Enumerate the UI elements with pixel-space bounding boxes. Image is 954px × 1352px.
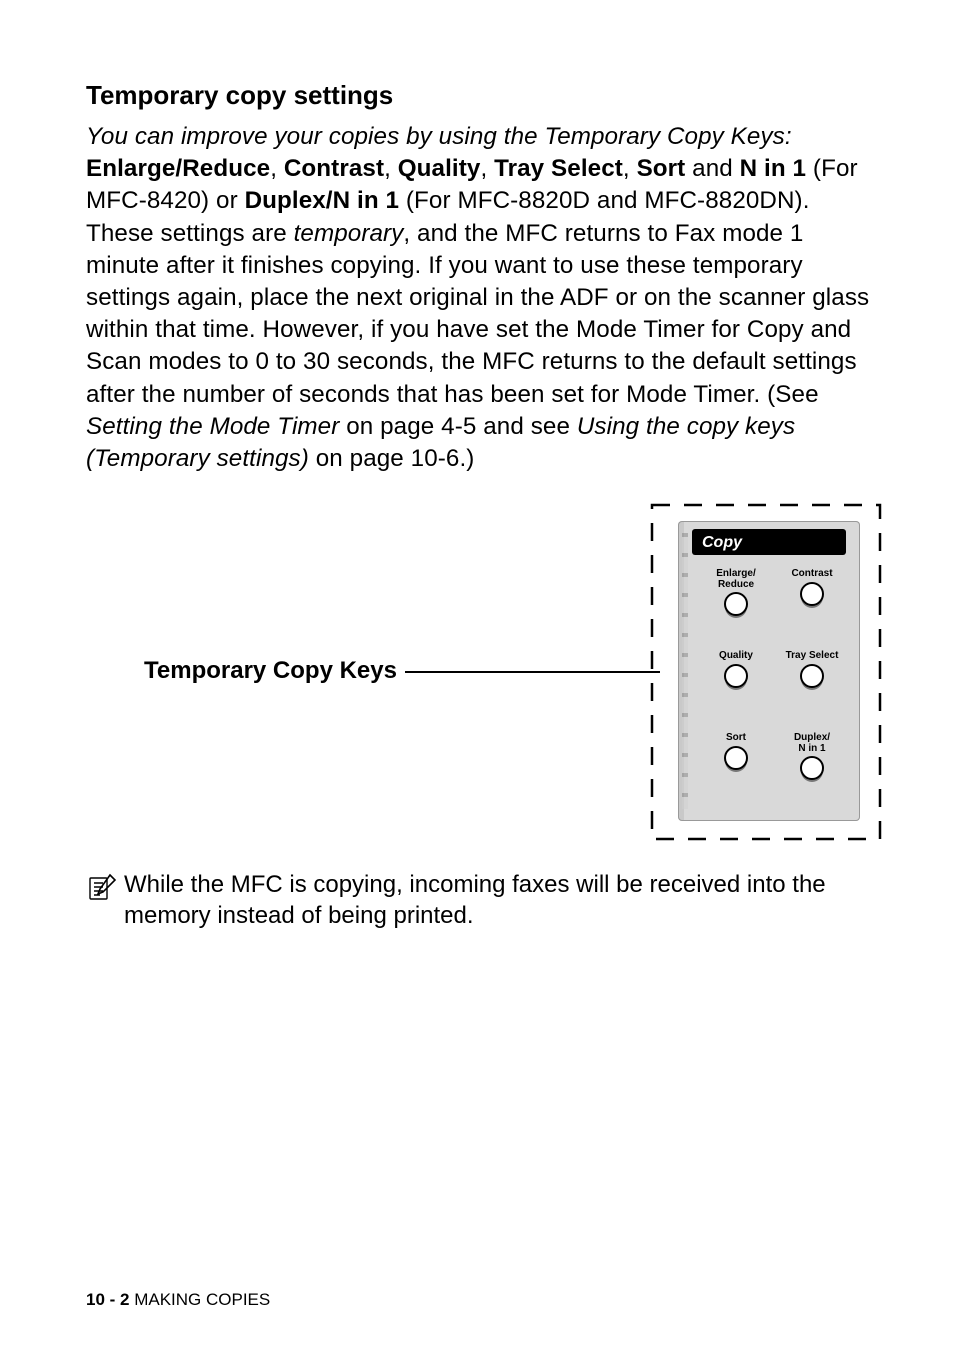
body-paragraph: You can improve your copies by using the… bbox=[86, 121, 882, 475]
key-label: Contrast bbox=[791, 569, 832, 580]
key-button bbox=[800, 756, 824, 780]
intro-italic: You can improve your copies by using the… bbox=[86, 123, 792, 150]
copy-panel: Copy Enlarge/ Reduce Contrast Quality bbox=[678, 521, 860, 821]
text-page1: on page 4-5 and see bbox=[339, 413, 576, 440]
text-and: and bbox=[685, 155, 739, 182]
key-cell-quality: Quality bbox=[719, 647, 753, 688]
key-cell-enlarge-reduce: Enlarge/ Reduce bbox=[716, 565, 755, 616]
key-cell-duplex-n-in-1: Duplex/ N in 1 bbox=[794, 729, 830, 780]
temporary-italic: temporary bbox=[294, 220, 404, 247]
key-grid: Enlarge/ Reduce Contrast Quality Tray Se… bbox=[698, 565, 850, 811]
key-label: Sort bbox=[724, 733, 748, 744]
key-cell-tray-select: Tray Select bbox=[786, 647, 839, 688]
section-name: MAKING COPIES bbox=[129, 1290, 270, 1309]
leader-line bbox=[405, 671, 660, 673]
copy-panel-wrap: Copy Enlarge/ Reduce Contrast Quality bbox=[650, 503, 882, 841]
key-button bbox=[724, 592, 748, 616]
key-label: Quality bbox=[719, 651, 753, 662]
note-text: While the MFC is copying, incoming faxes… bbox=[124, 869, 882, 931]
section-heading: Temporary copy settings bbox=[86, 80, 882, 111]
note-icon bbox=[86, 871, 118, 903]
key-quality: Quality bbox=[398, 155, 481, 182]
key-n-in-1: N in 1 bbox=[740, 155, 806, 182]
key-duplex-n-in-1: Duplex/N in 1 bbox=[245, 187, 400, 214]
key-button bbox=[800, 664, 824, 688]
comma: , bbox=[480, 155, 494, 182]
text-mid: , and the MFC returns to Fax mode 1 minu… bbox=[86, 220, 869, 408]
diagram: Temporary Copy Keys Copy Enlarge/ Reduce… bbox=[144, 503, 882, 853]
key-sort: Sort bbox=[637, 155, 686, 182]
key-button bbox=[800, 582, 824, 606]
comma: , bbox=[623, 155, 637, 182]
comma: , bbox=[384, 155, 398, 182]
panel-title: Copy bbox=[692, 529, 846, 555]
page-number: 10 - 2 bbox=[86, 1290, 129, 1309]
key-tray-select: Tray Select bbox=[494, 155, 623, 182]
diagram-label: Temporary Copy Keys bbox=[144, 657, 397, 685]
comma: , bbox=[270, 155, 284, 182]
page-footer: 10 - 2 MAKING COPIES bbox=[86, 1290, 270, 1310]
key-cell-contrast: Contrast bbox=[791, 565, 832, 606]
key-enlarge-reduce: Enlarge/Reduce bbox=[86, 155, 270, 182]
key-cell-sort: Sort bbox=[724, 729, 748, 770]
panel-spine bbox=[682, 533, 688, 809]
key-button bbox=[724, 664, 748, 688]
key-button bbox=[724, 746, 748, 770]
key-label: Enlarge/ Reduce bbox=[716, 569, 755, 590]
xref-mode-timer: Setting the Mode Timer bbox=[86, 413, 339, 440]
key-contrast: Contrast bbox=[284, 155, 384, 182]
text-page2: on page 10-6.) bbox=[309, 445, 475, 472]
key-label: Duplex/ N in 1 bbox=[794, 733, 830, 754]
note: While the MFC is copying, incoming faxes… bbox=[86, 869, 882, 931]
key-label: Tray Select bbox=[786, 651, 839, 662]
